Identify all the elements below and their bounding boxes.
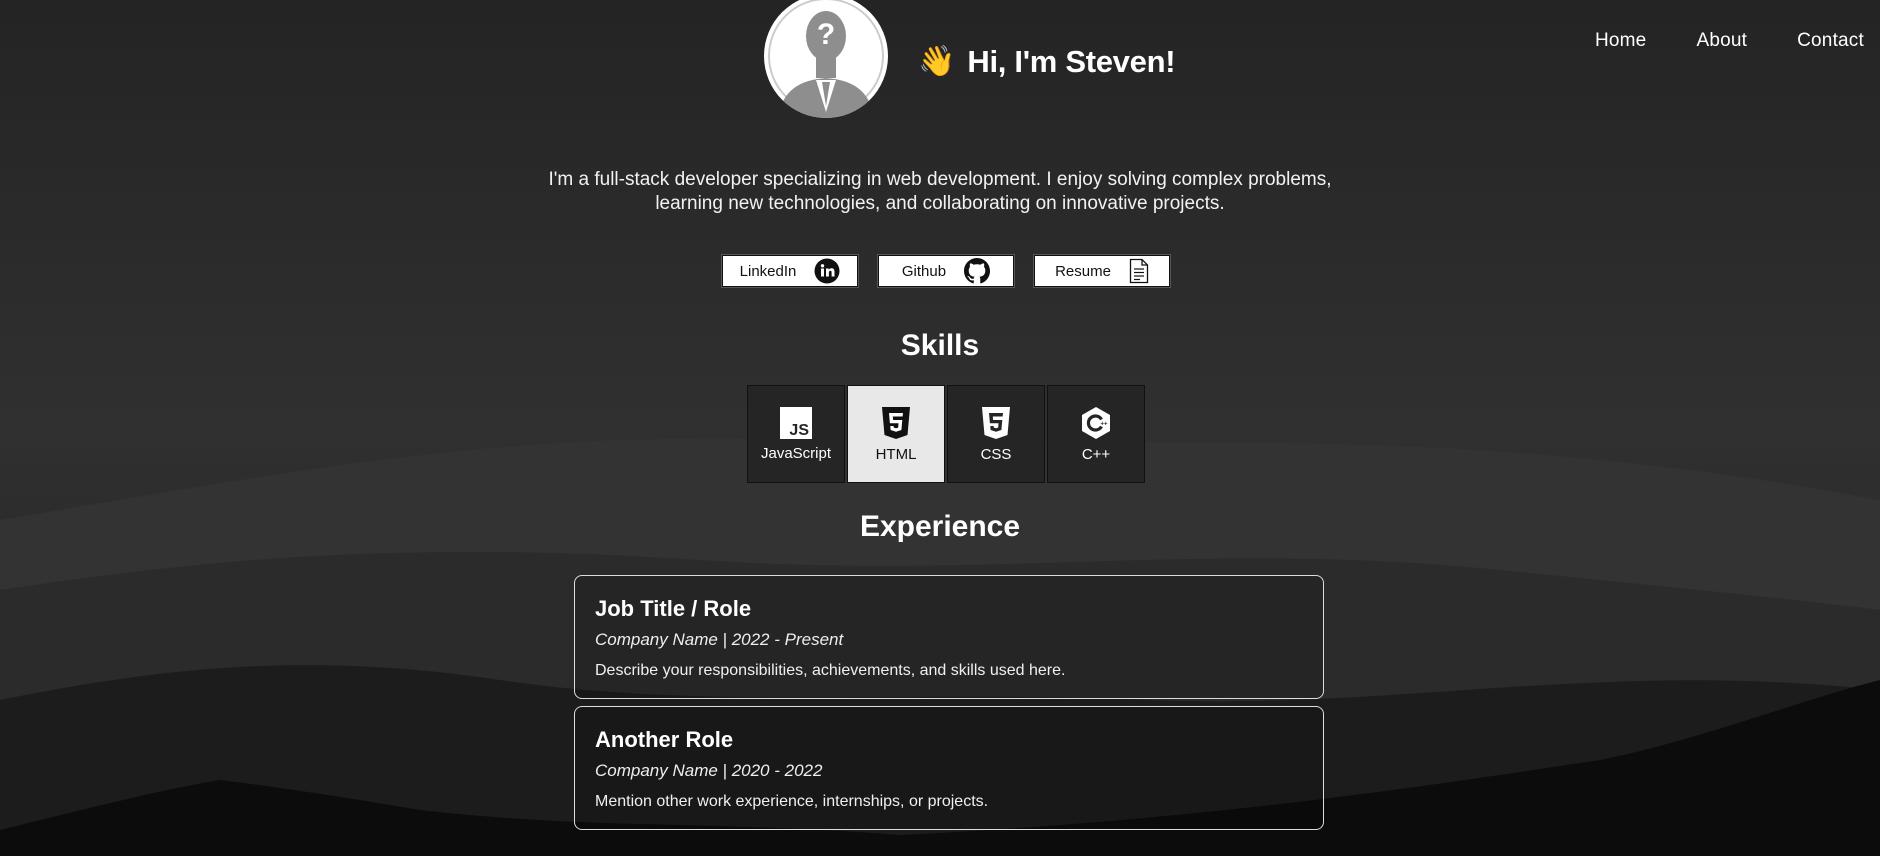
experience-heading: Experience — [859, 510, 1021, 543]
svg-text:JS: JS — [789, 422, 809, 439]
wave-emoji: 👋 — [918, 45, 956, 78]
page-title: Hi, I'm Steven! — [967, 44, 1176, 79]
github-label: Github — [901, 262, 947, 280]
experience-card: Another Role Company Name | 2020 - 2022 … — [574, 706, 1324, 830]
experience-role: Job Title / Role — [595, 596, 752, 621]
skill-label: HTML — [875, 445, 917, 463]
experience-meta: Company Name | 2020 - 2022 — [595, 761, 823, 780]
social-links: LinkedIn Github Resume — [722, 255, 1170, 287]
greeting: 👋 Hi, I'm Steven! — [918, 44, 1176, 80]
bio-text: I'm a full-stack developer specializing … — [548, 169, 1332, 214]
skill-css[interactable]: CSS — [947, 385, 1045, 483]
resume-label: Resume — [1055, 262, 1111, 280]
nav-contact-link[interactable]: Contact — [1797, 30, 1864, 52]
experience-role: Another Role — [595, 727, 734, 752]
linkedin-label: LinkedIn — [739, 262, 797, 280]
skill-label: CSS — [980, 445, 1012, 463]
linkedin-icon — [814, 258, 840, 284]
top-nav: Home About Contact — [1595, 30, 1864, 52]
skill-html[interactable]: HTML — [847, 385, 945, 483]
css3-icon — [982, 406, 1010, 439]
svg-text:?: ? — [817, 18, 835, 51]
experience-card: Job Title / Role Company Name | 2022 - P… — [574, 575, 1324, 699]
github-button[interactable]: Github — [878, 255, 1014, 287]
linkedin-button[interactable]: LinkedIn — [722, 255, 858, 287]
profile-placeholder-icon: ? — [766, 0, 886, 118]
document-icon — [1129, 258, 1149, 284]
skills-heading: Skills — [900, 329, 980, 362]
skill-label: JavaScript — [760, 444, 832, 462]
avatar: ? — [764, 0, 888, 118]
resume-button[interactable]: Resume — [1034, 255, 1170, 287]
cpp-icon: ++ — [1082, 406, 1110, 439]
javascript-icon: JS — [780, 406, 812, 439]
skill-cpp[interactable]: ++ C++ — [1047, 385, 1145, 483]
experience-description: Mention other work experience, internshi… — [595, 793, 989, 810]
skill-label: C++ — [1081, 445, 1111, 463]
nav-about-link[interactable]: About — [1696, 30, 1747, 52]
experience-meta: Company Name | 2022 - Present — [595, 630, 844, 649]
svg-text:++: ++ — [1100, 421, 1108, 427]
skills-grid: JS JavaScript HTML CSS ++ C++ — [747, 385, 1145, 483]
html5-icon — [882, 406, 910, 439]
nav-home-link[interactable]: Home — [1595, 30, 1646, 52]
github-icon — [964, 258, 991, 284]
skill-javascript[interactable]: JS JavaScript — [747, 385, 845, 483]
experience-description: Describe your responsibilities, achievem… — [595, 662, 1066, 679]
